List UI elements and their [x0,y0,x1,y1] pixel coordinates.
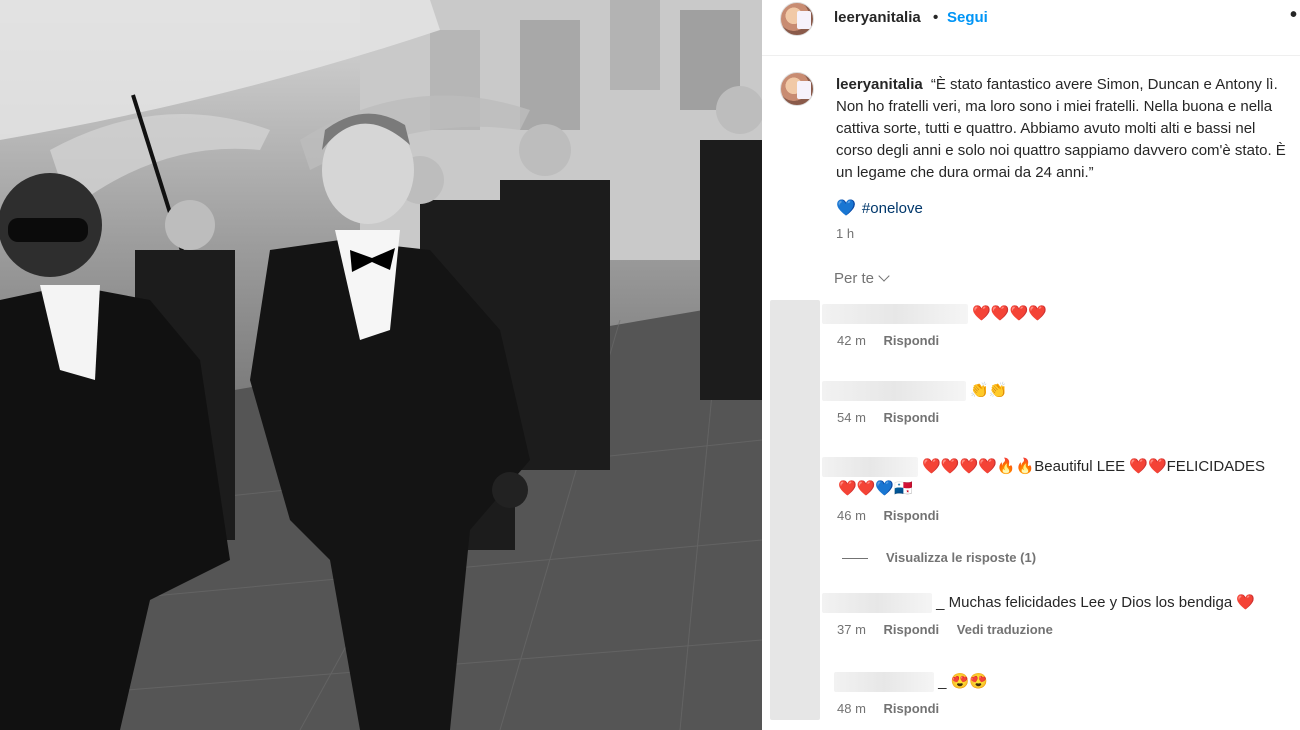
comment-username[interactable] [822,457,918,478]
comment-item: _ 😍😍 48 m Rispondi [822,671,1292,716]
more-options-icon[interactable]: • [1290,4,1298,27]
reply-button[interactable]: Rispondi [884,333,940,348]
comment-text: _ Muchas felicidades Lee y Dios los bend… [936,594,1256,611]
header-username[interactable]: leeryanitalia [834,9,921,26]
chevron-down-icon [878,270,890,282]
view-replies-label: Visualizza le risposte (1) [886,550,1037,565]
comment-text-continued: ❤️❤️💙🇵🇦 [838,480,913,497]
post-header: leeryanitalia • Segui • [762,0,1300,56]
comment-timestamp[interactable]: 48 m [837,701,866,716]
separator-dot: • [933,9,939,26]
comment-text: ❤️❤️❤️❤️ [972,305,1047,322]
comment-username[interactable] [822,304,968,325]
comment-timestamp[interactable]: 46 m [837,508,866,523]
caption-timestamp[interactable]: 1 h [836,226,854,241]
comment-text: _ 😍😍 [938,673,989,690]
see-translation-button[interactable]: Vedi traduzione [957,622,1053,637]
view-replies-button[interactable]: Visualizza le risposte (1) [842,550,1036,565]
comment-item: 👏👏 54 m Rispondi [822,380,1292,425]
reply-button[interactable]: Rispondi [884,622,940,637]
comments-filter-dropdown[interactable]: Per te [834,270,890,287]
comment-text: ❤️❤️❤️❤️🔥🔥Beautiful LEE ❤️❤️FELICIDADES [922,458,1266,475]
blue-heart-icon: 💙 [836,200,856,217]
comment-item: ❤️❤️❤️❤️ 42 m Rispondi [822,303,1292,348]
hashtag-line: 💙 #onelove [836,198,923,218]
comments-scrollbar[interactable] [770,300,820,720]
comment-username[interactable] [822,381,966,402]
reply-button[interactable]: Rispondi [884,701,940,716]
caption-avatar[interactable] [780,72,814,106]
comment-timestamp[interactable]: 37 m [837,622,866,637]
comment-username[interactable] [822,593,932,614]
comment-text: 👏👏 [970,382,1008,399]
profile-avatar[interactable] [780,2,814,36]
hashtag-link[interactable]: #onelove [862,200,923,217]
comment-username[interactable] [834,672,934,693]
caption-text-block: leeryanitalia “È stato fantastico avere … [836,74,1286,184]
reply-button[interactable]: Rispondi [884,508,940,523]
comment-item: _ Muchas felicidades Lee y Dios los bend… [822,592,1292,637]
photo-illustration [0,0,762,730]
caption-username[interactable]: leeryanitalia [836,76,923,93]
replies-divider-line [842,558,868,560]
follow-button[interactable]: Segui [947,9,988,26]
comment-item: ❤️❤️❤️❤️🔥🔥Beautiful LEE ❤️❤️FELICIDADES … [822,456,1292,523]
comment-timestamp[interactable]: 54 m [837,410,866,425]
comment-timestamp[interactable]: 42 m [837,333,866,348]
post-side-panel: leeryanitalia • Segui • leeryanitalia “È… [762,0,1300,730]
reply-button[interactable]: Rispondi [884,410,940,425]
comments-filter-label: Per te [834,270,875,287]
post-photo [0,0,762,730]
